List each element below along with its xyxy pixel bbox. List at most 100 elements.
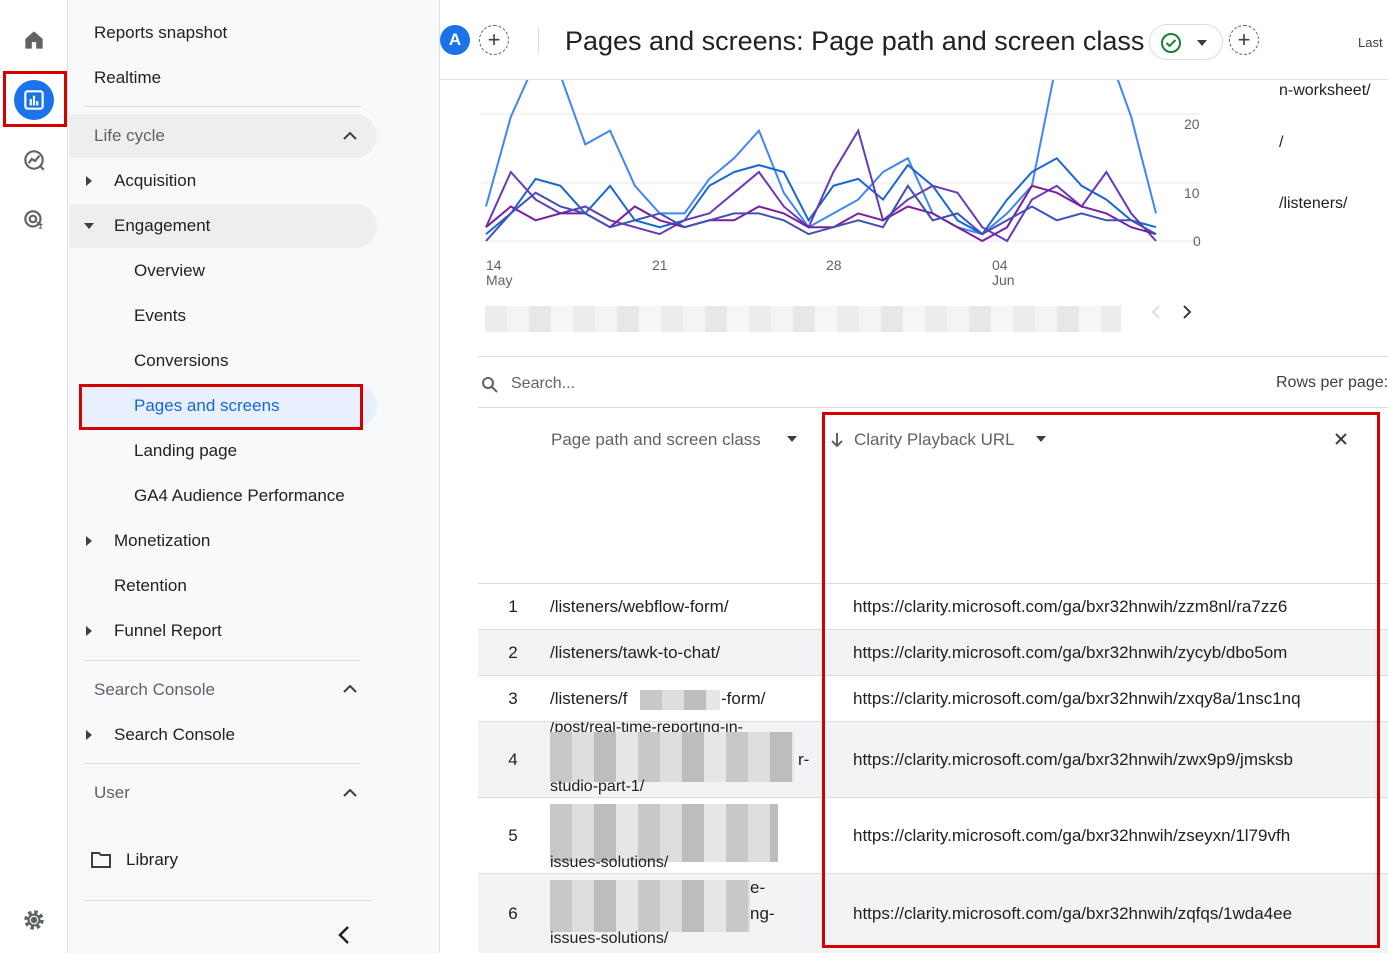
table-row[interactable]: 5 issues-solutions/ https://clarity.micr…	[478, 797, 1388, 873]
url-cell: https://clarity.microsoft.com/ga/bxr32hn…	[853, 750, 1293, 769]
date-range-label[interactable]: Last	[1358, 35, 1383, 50]
main-content: 20 10 0 14 May 21 28 04 Jun n-worksheet/ /…	[440, 0, 1388, 953]
path-cell-start: /listeners/f	[550, 689, 628, 708]
nav-landing-page[interactable]: Landing page	[134, 441, 237, 461]
x-tick-label: 14 May	[486, 257, 513, 288]
nav-realtime[interactable]: Realtime	[94, 68, 161, 88]
nav-pages-and-screens[interactable]: Pages and screens	[134, 396, 280, 416]
column-dropdown-icon[interactable]	[787, 436, 797, 442]
url-cell: https://clarity.microsoft.com/ga/bxr32hn…	[853, 904, 1293, 923]
chevron-left-icon[interactable]	[1150, 304, 1162, 320]
comparison-avatar[interactable]: A	[440, 25, 470, 55]
sort-arrow-down-icon[interactable]	[830, 431, 844, 449]
divider	[478, 407, 1388, 408]
nav-library[interactable]: Library	[126, 850, 178, 870]
column-dropdown-icon[interactable]	[1036, 436, 1046, 442]
url-cell: https://clarity.microsoft.com/ga/bxr32hn…	[853, 826, 1291, 845]
dropdown-caret-icon	[1197, 40, 1207, 46]
add-comparison-plus-icon[interactable]: +	[479, 25, 509, 55]
redacted-text	[550, 880, 750, 932]
nav-ga4-audience[interactable]: GA4 Audience Performance	[134, 486, 345, 506]
settings-gear-icon[interactable]	[14, 900, 54, 940]
row-number: 1	[508, 597, 518, 616]
chevron-up-icon[interactable]	[342, 131, 358, 141]
chart-series-line	[485, 156, 1157, 236]
table-row[interactable]: 6 e- ng- issues-solutions/ https://clari…	[478, 873, 1388, 953]
table-search-input[interactable]: Search...	[511, 375, 575, 393]
reports-icon[interactable]	[14, 80, 54, 120]
nav-search-console[interactable]: Search Console	[114, 725, 235, 745]
nav-overview[interactable]: Overview	[134, 261, 205, 281]
url-cell: https://clarity.microsoft.com/ga/bxr32hn…	[853, 689, 1301, 708]
legend-item[interactable]: /listeners/	[1279, 195, 1347, 213]
path-cell-end: -form/	[721, 689, 766, 708]
path-cell-bottom: issues-solutions/	[550, 930, 669, 947]
divider	[84, 763, 361, 764]
page-title: Pages and screens: Page path and screen …	[565, 26, 1145, 56]
nav-section-life-cycle[interactable]: Life cycle	[94, 126, 165, 146]
chart-series-line	[485, 128, 1157, 243]
path-cell-suffix: e-	[750, 878, 766, 897]
x-tick-label: 21	[652, 257, 668, 273]
path-cell: /listeners/webflow-form/	[550, 597, 729, 616]
x-tick-label: 04 Jun	[992, 257, 1015, 288]
divider	[84, 660, 361, 661]
expand-funnel-icon[interactable]	[86, 626, 92, 636]
redacted-text	[640, 690, 720, 710]
search-icon	[482, 377, 498, 393]
home-icon[interactable]	[14, 20, 54, 60]
nav-section-search-console[interactable]: Search Console	[94, 680, 215, 700]
path-cell-bottom: studio-part-1/	[550, 778, 645, 795]
nav-conversions[interactable]: Conversions	[134, 351, 229, 371]
x-tick-label: 28	[826, 257, 842, 273]
divider	[478, 356, 1388, 357]
nav-events[interactable]: Events	[134, 306, 186, 326]
check-circle-icon	[1161, 33, 1181, 53]
close-icon[interactable]	[1334, 432, 1348, 446]
chevron-up-icon[interactable]	[342, 788, 358, 798]
column-header-clarity-url[interactable]: Clarity Playback URL	[854, 430, 1015, 450]
folder-icon	[91, 852, 111, 868]
url-cell: https://clarity.microsoft.com/ga/bxr32hn…	[853, 643, 1288, 662]
table-row[interactable]: 3 /listeners/f -form/ https://clarity.mi…	[478, 675, 1388, 721]
row-number: 4	[508, 750, 518, 769]
y-tick-label: 20	[1184, 116, 1200, 132]
blurred-legend-strip	[485, 306, 1121, 332]
nav-retention[interactable]: Retention	[114, 576, 187, 596]
nav-reports-snapshot[interactable]: Reports snapshot	[94, 23, 227, 43]
path-cell-suffix: r-	[798, 750, 810, 769]
nav-section-user[interactable]: User	[94, 783, 130, 803]
expand-search-console-icon[interactable]	[86, 730, 92, 740]
y-tick-label: 0	[1193, 233, 1201, 249]
advertising-icon[interactable]	[14, 200, 54, 240]
page-header: A + Pages and screens: Page path and scr…	[440, 0, 1388, 80]
path-cell-suffix: ng-	[750, 904, 775, 923]
url-cell: https://clarity.microsoft.com/ga/bxr32hn…	[853, 597, 1288, 616]
chevron-right-icon[interactable]	[1181, 304, 1193, 320]
divider	[538, 28, 539, 54]
nav-engagement[interactable]: Engagement	[114, 216, 210, 236]
add-card-plus-icon[interactable]: +	[1229, 25, 1259, 55]
nav-monetization[interactable]: Monetization	[114, 531, 210, 551]
table-row[interactable]: 2 /listeners/tawk-to-chat/ https://clari…	[478, 629, 1388, 675]
expand-acquisition-icon[interactable]	[86, 176, 92, 186]
nav-acquisition[interactable]: Acquisition	[114, 171, 196, 191]
status-dropdown[interactable]	[1149, 24, 1223, 60]
path-cell: /listeners/tawk-to-chat/	[550, 643, 721, 662]
chevron-up-icon[interactable]	[342, 684, 358, 694]
divider	[84, 900, 372, 901]
collapse-nav-chevron-left-icon[interactable]	[337, 925, 351, 945]
table-row[interactable]: 4 /post/real-time-reporting-in- r- studi…	[478, 721, 1388, 797]
icon-rail	[0, 0, 68, 953]
table-row[interactable]: 1 /listeners/webflow-form/ https://clari…	[478, 583, 1388, 629]
row-number: 3	[508, 689, 518, 708]
column-header-page-path[interactable]: Page path and screen class	[551, 430, 761, 450]
collapse-engagement-icon[interactable]	[84, 223, 94, 229]
explore-icon[interactable]	[14, 140, 54, 180]
expand-monetization-icon[interactable]	[86, 536, 92, 546]
chart-series-line	[485, 183, 1157, 242]
legend-item[interactable]: n-worksheet/	[1279, 82, 1371, 100]
legend-item[interactable]: /	[1279, 134, 1283, 152]
nav-funnel-report[interactable]: Funnel Report	[114, 621, 222, 641]
row-number: 6	[508, 904, 518, 923]
